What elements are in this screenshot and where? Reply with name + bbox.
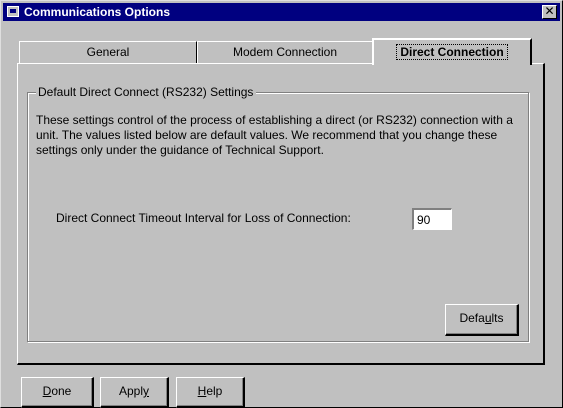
defaults-mnemonic: u [484,311,492,325]
app-window-icon [7,6,19,17]
done-mnemonic: D [42,384,52,398]
tab-label: Modem Connection [232,45,338,59]
help-label: elp [206,384,223,398]
apply-button[interactable]: Apply [100,377,169,408]
tab-modem-connection[interactable]: Modem Connection [197,41,373,63]
close-icon[interactable]: ✕ [542,5,557,19]
settings-description: These settings control of the process of… [36,113,513,157]
defaults-label-end: lts [491,311,504,325]
tab-general[interactable]: General [19,41,197,63]
defaults-label: Defa [459,311,485,325]
communications-options-window: Communications Options ✕ General Modem C… [0,0,563,408]
window-title: Communications Options [24,5,171,19]
apply-label: Appl [118,384,144,398]
defaults-button[interactable]: Defaults [445,304,519,336]
tab-label: Direct Connection [396,44,508,60]
done-button[interactable]: Done [21,377,94,408]
group-label: Default Direct Connect (RS232) Settings [36,84,257,100]
tab-panel: Default Direct Connect (RS232) Settings … [17,63,545,365]
help-button[interactable]: Help [176,377,245,408]
timeout-input[interactable] [412,208,452,230]
tab-label: General [86,45,130,59]
done-label: one [51,384,72,398]
apply-mnemonic: y [143,384,150,398]
title-bar[interactable]: Communications Options ✕ [3,3,560,21]
tab-direct-connection[interactable]: Direct Connection [372,38,532,65]
settings-group: Default Direct Connect (RS232) Settings … [27,84,529,342]
timeout-label: Direct Connect Timeout Interval for Loss… [56,211,351,225]
